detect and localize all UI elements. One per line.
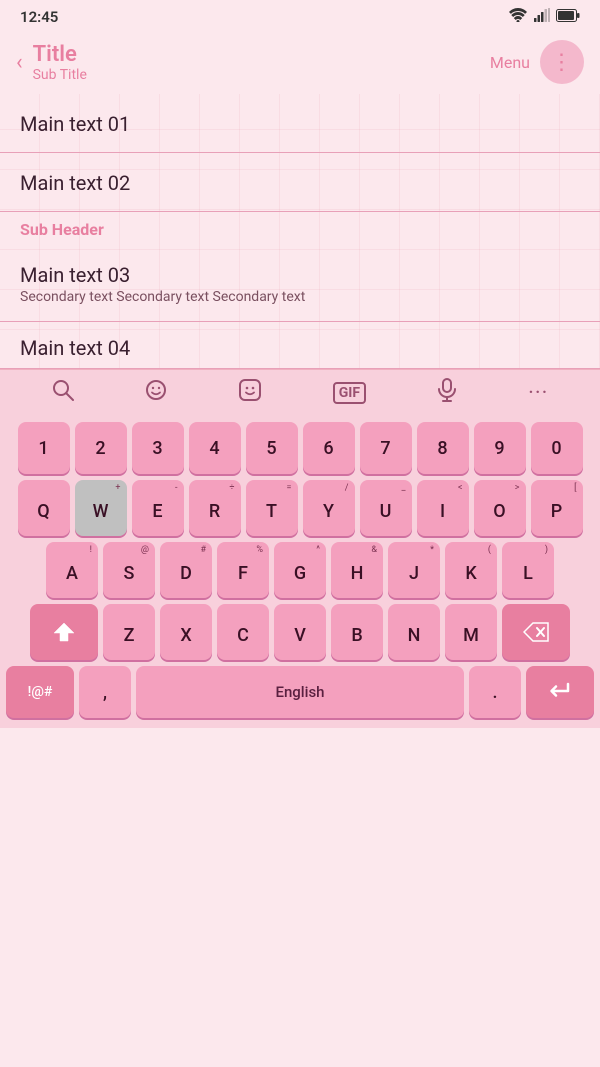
- header: ‹ Title Sub Title Menu ⋮: [0, 30, 600, 94]
- page-subtitle: Sub Title: [33, 67, 490, 83]
- mic-icon[interactable]: [437, 378, 457, 408]
- key-w[interactable]: +W: [75, 480, 127, 536]
- content-area: Main text 01 Main text 02 Sub Header Mai…: [0, 94, 600, 369]
- key-e[interactable]: -E: [132, 480, 184, 536]
- key-x[interactable]: X: [160, 604, 212, 660]
- key-r[interactable]: ÷R: [189, 480, 241, 536]
- key-l[interactable]: )L: [502, 542, 554, 598]
- backspace-key[interactable]: [502, 604, 570, 660]
- list-item[interactable]: Main text 01: [0, 94, 600, 153]
- shift-key[interactable]: [30, 604, 98, 660]
- status-icons: [508, 8, 580, 26]
- key-b[interactable]: B: [331, 604, 383, 660]
- space-key[interactable]: English: [136, 666, 464, 718]
- key-j[interactable]: *J: [388, 542, 440, 598]
- key-p[interactable]: [P: [531, 480, 583, 536]
- gif-icon[interactable]: GIF: [333, 382, 366, 404]
- list-item[interactable]: Main text 02: [0, 153, 600, 212]
- key-o[interactable]: >O: [474, 480, 526, 536]
- key-9[interactable]: 9: [474, 422, 526, 474]
- header-right: Menu ⋮: [490, 40, 584, 84]
- key-7[interactable]: 7: [360, 422, 412, 474]
- wifi-icon: [508, 8, 528, 26]
- key-m[interactable]: M: [445, 604, 497, 660]
- key-v[interactable]: V: [274, 604, 326, 660]
- battery-icon: [556, 9, 580, 26]
- more-icon[interactable]: ···: [528, 381, 548, 406]
- list-item-partial[interactable]: Main text 04: [0, 322, 600, 369]
- key-2[interactable]: 2: [75, 422, 127, 474]
- header-titles: Title Sub Title: [33, 42, 490, 83]
- key-k[interactable]: (K: [445, 542, 497, 598]
- key-row-bot: Z X C V B N M: [6, 604, 594, 660]
- key-1[interactable]: 1: [18, 422, 70, 474]
- key-6[interactable]: 6: [303, 422, 355, 474]
- keyboard-toolbar: GIF ···: [0, 369, 600, 416]
- key-u[interactable]: _U: [360, 480, 412, 536]
- back-button[interactable]: ‹: [16, 50, 23, 75]
- list-item[interactable]: Main text 03 Secondary text Secondary te…: [0, 245, 600, 322]
- key-y[interactable]: /Y: [303, 480, 355, 536]
- comma-key[interactable]: ,: [79, 666, 131, 718]
- key-row-bottom: !@# , English .: [6, 666, 594, 718]
- list-container: Main text 01 Main text 02 Sub Header Mai…: [0, 94, 600, 369]
- key-row-numbers: 1 2 3 4 5 6 7 8 9 0: [6, 422, 594, 474]
- key-5[interactable]: 5: [246, 422, 298, 474]
- status-bar: 12:45: [0, 0, 600, 30]
- search-icon[interactable]: [52, 379, 74, 407]
- list-item-secondary-3: Secondary text Secondary text Secondary …: [20, 289, 580, 305]
- key-d[interactable]: #D: [160, 542, 212, 598]
- list-item-main-2: Main text 02: [20, 171, 580, 195]
- key-row-mid: !A @S #D %F ^G &H *J (K )L: [6, 542, 594, 598]
- menu-dots-button[interactable]: ⋮: [540, 40, 584, 84]
- key-3[interactable]: 3: [132, 422, 184, 474]
- menu-dots-icon: ⋮: [551, 50, 574, 75]
- key-f[interactable]: %F: [217, 542, 269, 598]
- list-item-main-1: Main text 01: [20, 112, 580, 136]
- period-key[interactable]: .: [469, 666, 521, 718]
- page-title: Title: [33, 42, 490, 67]
- key-a[interactable]: !A: [46, 542, 98, 598]
- sub-header-row: Sub Header: [0, 212, 600, 245]
- key-row-top: Q +W -E ÷R =T /Y _U <I >O [P: [6, 480, 594, 536]
- key-n[interactable]: N: [388, 604, 440, 660]
- enter-key[interactable]: [526, 666, 594, 718]
- key-q[interactable]: Q: [18, 480, 70, 536]
- key-0[interactable]: 0: [531, 422, 583, 474]
- key-s[interactable]: @S: [103, 542, 155, 598]
- menu-label[interactable]: Menu: [490, 53, 530, 72]
- key-h[interactable]: &H: [331, 542, 383, 598]
- key-4[interactable]: 4: [189, 422, 241, 474]
- key-8[interactable]: 8: [417, 422, 469, 474]
- sym-key[interactable]: !@#: [6, 666, 74, 718]
- list-item-main-4: Main text 04: [20, 336, 580, 360]
- key-i[interactable]: <I: [417, 480, 469, 536]
- emoji-icon[interactable]: [145, 379, 167, 407]
- key-g[interactable]: ^G: [274, 542, 326, 598]
- signal-icon: [534, 8, 550, 26]
- status-time: 12:45: [20, 8, 58, 26]
- key-z[interactable]: Z: [103, 604, 155, 660]
- key-c[interactable]: C: [217, 604, 269, 660]
- list-item-main-3: Main text 03: [20, 263, 580, 287]
- key-t[interactable]: =T: [246, 480, 298, 536]
- sticker-icon[interactable]: [238, 378, 262, 408]
- keyboard: 1 2 3 4 5 6 7 8 9 0 Q +W -E ÷R =T /Y _U …: [0, 416, 600, 728]
- sub-header-text: Sub Header: [20, 220, 104, 239]
